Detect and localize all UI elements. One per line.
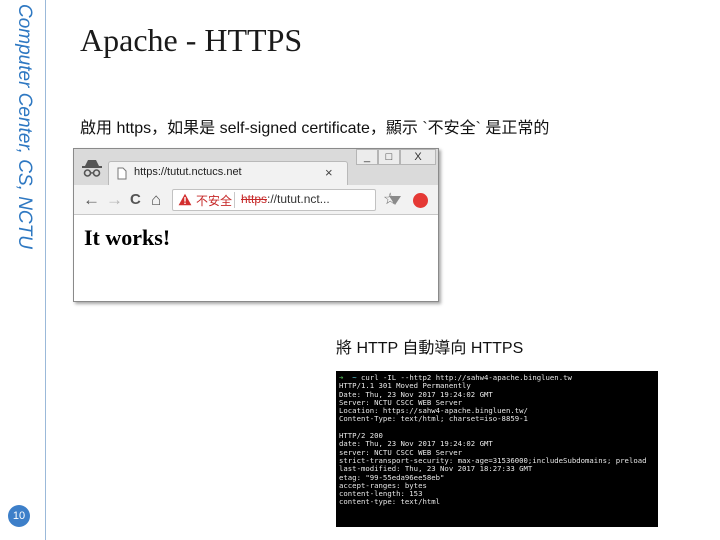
url-text: https://tutut.nct...	[241, 192, 330, 206]
vertical-org-label: Computer Center, CS, NCTU	[14, 4, 35, 249]
page-content: It works!	[74, 215, 438, 301]
tab-close-icon[interactable]: ×	[325, 165, 333, 180]
forward-arrow-icon[interactable]: →	[106, 190, 123, 210]
sidebar-divider	[45, 0, 46, 540]
not-secure-label[interactable]: 不安全	[196, 192, 232, 209]
page-number-badge: 10	[8, 505, 30, 527]
maximize-button[interactable]: □	[378, 149, 400, 165]
url-separator	[234, 192, 235, 208]
slide-description: 啟用 https，如果是 self-signed certificate，顯示 …	[80, 120, 550, 137]
slide-title: Apache - HTTPS	[80, 22, 303, 58]
url-scheme: https	[241, 192, 268, 206]
browser-titlebar: https://tutut.nctucs.net × _ □ X	[74, 149, 438, 185]
redirect-caption: 將 HTTP 自動導向 HTTPS	[336, 340, 524, 357]
page-icon	[117, 167, 127, 180]
reload-icon[interactable]: C	[130, 190, 141, 210]
browser-tab[interactable]: https://tutut.nctucs.net ×	[108, 161, 348, 185]
minimize-button[interactable]: _	[356, 149, 378, 165]
terminal-line: Content-Type: text/html; charset=iso-885…	[339, 414, 528, 424]
home-icon[interactable]: ⌂	[151, 190, 161, 210]
browser-toolbar: ← → C ⌂ 不安全 https://tutut.nct... ☆	[74, 185, 438, 215]
address-bar[interactable]: 不安全 https://tutut.nct...	[172, 189, 376, 211]
terminal-screenshot: ➜ ~ curl -IL --http2 http://sahw4-apache…	[336, 371, 658, 527]
terminal-line: content-type: text/html	[339, 497, 441, 507]
page-heading: It works!	[84, 225, 171, 250]
sidebar-band: Computer Center, CS, NCTU 10	[0, 0, 46, 540]
tab-title: https://tutut.nctucs.net	[134, 166, 242, 178]
close-window-button[interactable]: X	[400, 149, 436, 165]
incognito-icon	[82, 160, 102, 177]
browser-screenshot: https://tutut.nctucs.net × _ □ X ← → C ⌂…	[73, 148, 439, 302]
back-arrow-icon[interactable]: ←	[83, 190, 100, 210]
opera-icon[interactable]	[413, 193, 428, 208]
pocket-icon[interactable]	[388, 195, 402, 207]
warning-triangle-icon	[178, 193, 192, 206]
url-rest: ://tutut.nct...	[267, 192, 330, 206]
